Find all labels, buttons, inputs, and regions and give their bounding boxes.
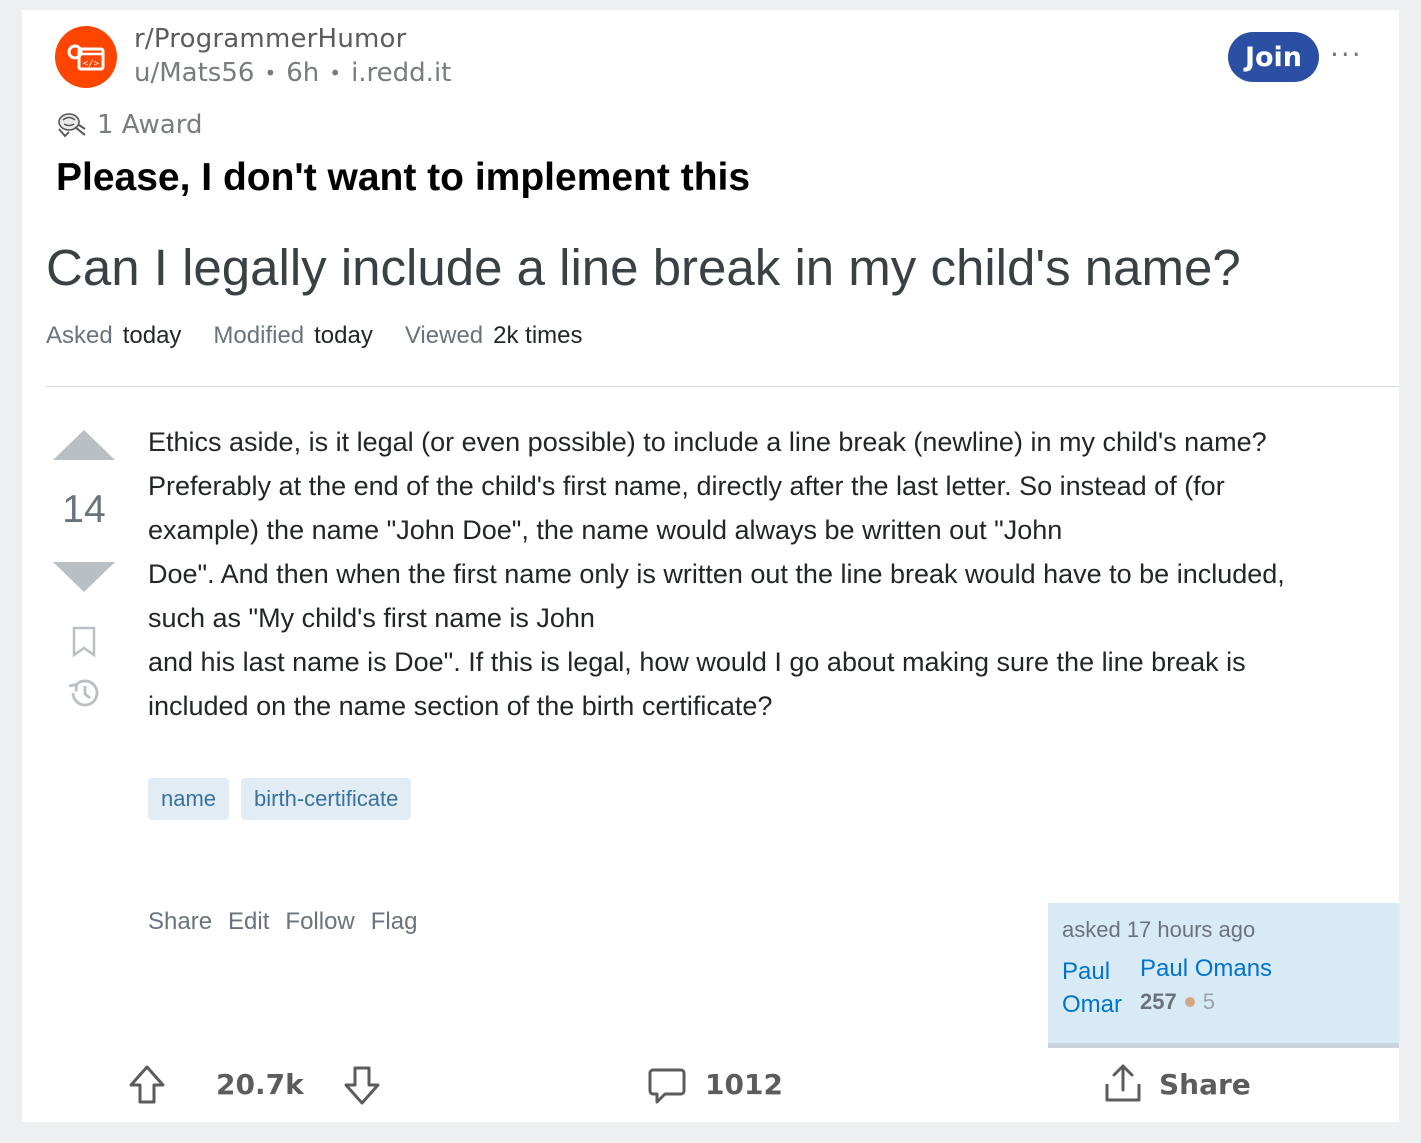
post-action-bar: 20.7k 1012 Share: [22, 1060, 1399, 1122]
question-upvote-arrow-icon: [53, 430, 115, 460]
share-button[interactable]: Share: [1159, 1068, 1251, 1101]
post-author[interactable]: u/Mats56: [134, 58, 254, 88]
share-icon[interactable]: [1102, 1062, 1144, 1106]
join-button[interactable]: Join: [1228, 32, 1319, 82]
meta-asked: Asked today: [46, 322, 182, 349]
body-line: included on the name section of the birt…: [148, 691, 773, 721]
downvote-arrow-icon[interactable]: [342, 1064, 382, 1106]
svg-text:</>: </>: [83, 59, 100, 69]
subreddit-name[interactable]: r/ProgrammerHumor: [134, 24, 407, 54]
body-line: example) the name "John Doe", the name w…: [148, 515, 1063, 545]
asker-stats: 257 5: [1140, 989, 1215, 1015]
award-count: 1 Award: [97, 110, 203, 140]
award-row[interactable]: 1 Award: [55, 110, 202, 140]
comment-count[interactable]: 1012: [705, 1068, 783, 1101]
code-window-icon: </>: [67, 44, 105, 71]
tag-birth-certificate: birth-certificate: [241, 778, 412, 820]
question-flag-link: Flag: [370, 908, 418, 935]
question-tags: name birth-certificate: [148, 778, 412, 820]
divider: [46, 386, 1399, 387]
bookmark-icon: [72, 626, 96, 658]
body-line: such as "My child's first name is John: [148, 603, 595, 633]
question-follow-link: Follow: [285, 908, 355, 935]
subreddit-avatar[interactable]: </>: [55, 26, 117, 88]
asker-name: Paul Omar: [1062, 958, 1122, 1018]
upvote-arrow-icon[interactable]: [127, 1064, 167, 1106]
post-score: 20.7k: [216, 1068, 304, 1101]
asked-time: asked 17 hours ago: [1062, 917, 1256, 942]
separator-dot: •: [264, 61, 277, 85]
post-card: </> r/ProgrammerHumor u/Mats56 • 6h • i.…: [22, 10, 1399, 1122]
question-meta: Asked today Modified today Viewed 2k times: [46, 322, 583, 350]
meta-modified: Modified today: [213, 322, 373, 349]
separator-dot: •: [329, 61, 342, 85]
body-line: Doe". And then when the first name only …: [148, 559, 1285, 589]
post-title[interactable]: Please, I don't want to implement this: [56, 156, 750, 200]
question-vote-column: 14: [46, 430, 122, 710]
question-actions: Share Edit Follow Flag: [148, 908, 417, 936]
comment-bubble-icon[interactable]: [647, 1066, 687, 1106]
post-domain[interactable]: i.redd.it: [351, 58, 451, 88]
question-title: Can I legally include a line break in my…: [46, 239, 1241, 296]
question-edit-link: Edit: [228, 908, 270, 935]
asker-display-name: Paul Omans: [1140, 955, 1273, 982]
post-meta: u/Mats56 • 6h • i.redd.it: [134, 58, 451, 88]
question-vote-count: 14: [62, 488, 106, 531]
tag-name: name: [148, 778, 230, 820]
asker-card: asked 17 hours ago Paul Omar Paul Omans …: [1048, 903, 1399, 1048]
asker-reputation: 257: [1140, 989, 1177, 1014]
bronze-badge-icon: [1184, 997, 1195, 1007]
body-line: and his last name is Doe". If this is le…: [148, 647, 1246, 677]
body-line: Preferably at the end of the child's fir…: [148, 471, 1225, 501]
history-icon: [68, 679, 99, 707]
question-downvote-arrow-icon: [53, 562, 115, 592]
award-icon: [58, 113, 86, 138]
question-body: Ethics aside, is it legal (or even possi…: [148, 420, 1403, 728]
more-options-button[interactable]: ···: [1330, 38, 1363, 71]
bronze-badge-count: 5: [1202, 989, 1215, 1014]
post-age: 6h: [286, 58, 320, 88]
meta-viewed: Viewed 2k times: [404, 322, 583, 349]
question-share-link: Share: [148, 908, 213, 935]
body-line: Ethics aside, is it legal (or even possi…: [148, 427, 1267, 457]
